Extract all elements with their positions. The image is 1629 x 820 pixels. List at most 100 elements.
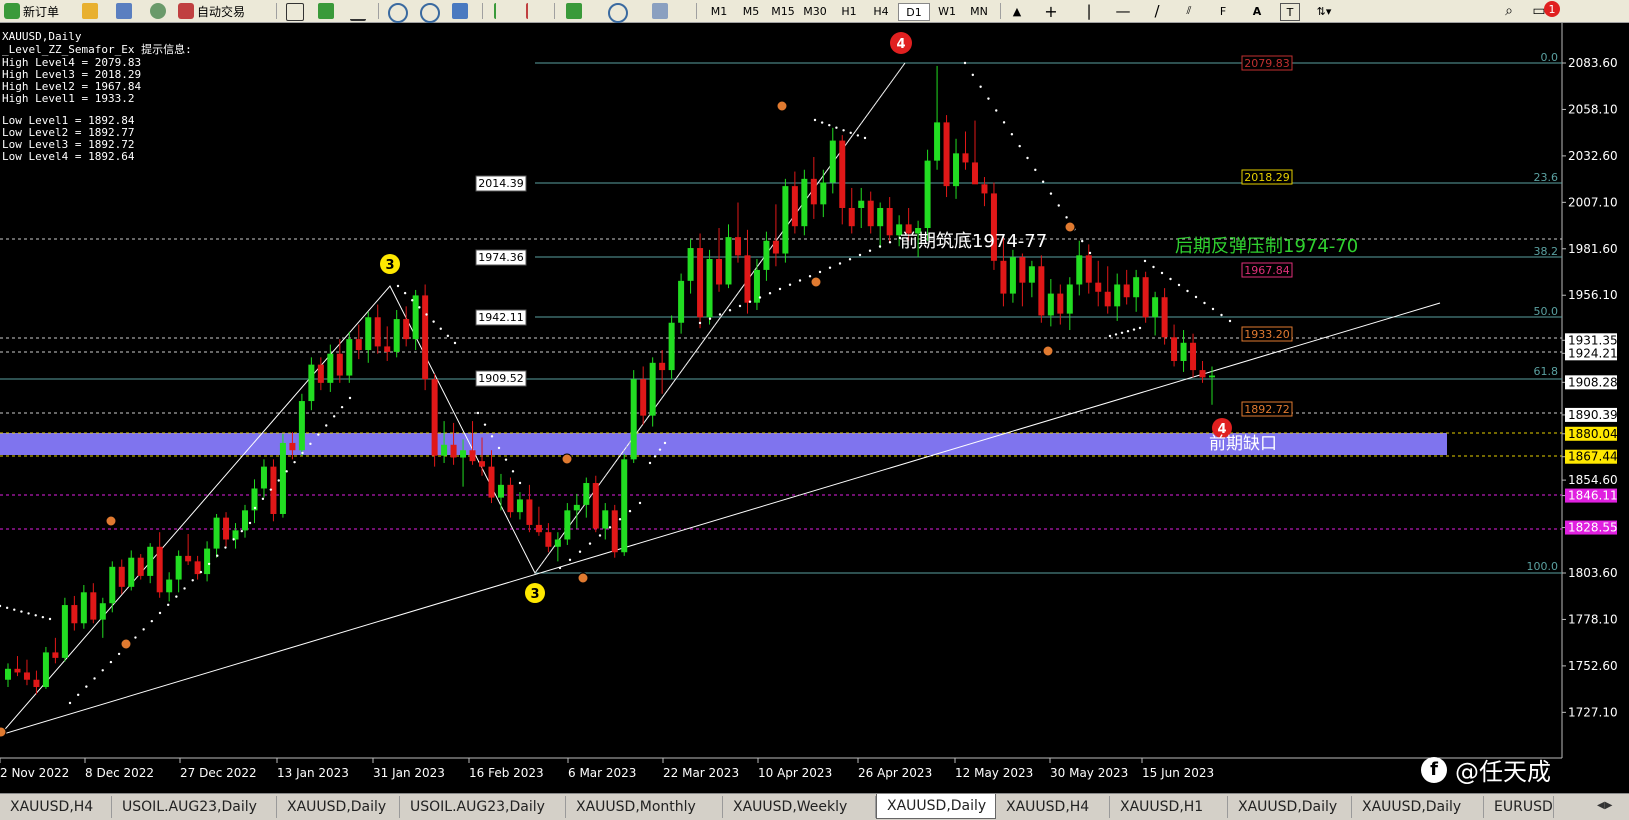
chart-tab[interactable]: XAUUSD,H4 [996, 796, 1110, 818]
timeframe-h1[interactable]: H1 [834, 3, 864, 19]
globe-icon[interactable] [150, 3, 166, 19]
templates-icon[interactable] [652, 3, 668, 19]
sar-dot [598, 534, 602, 537]
chart-tab[interactable]: USOIL.AUG23,Daily [112, 796, 277, 818]
candle-body [1057, 293, 1064, 314]
candle-body [829, 140, 836, 183]
candle-body [403, 319, 410, 340]
sar-dot [277, 479, 280, 482]
timeframe-m15[interactable]: M15 [768, 3, 798, 19]
chart-tab[interactable]: USOIL.AUG23,Daily [400, 796, 566, 818]
notification-badge[interactable]: 1 [1544, 1, 1560, 17]
sar-dot [748, 300, 752, 303]
toolbar-divider [378, 3, 379, 19]
sar-dot [20, 610, 23, 613]
sar-dot [68, 701, 72, 705]
timeframe-m1[interactable]: M1 [704, 3, 734, 19]
search-icon[interactable]: ⌕ [1500, 3, 1518, 19]
timeframe-mn[interactable]: MN [964, 3, 994, 19]
semafor-mark-feb: 3 [530, 587, 539, 602]
chart-tab[interactable]: XAUUSD,Weekly [723, 796, 876, 818]
horizontal-line-icon[interactable]: — [1114, 2, 1132, 20]
zoom-in-icon[interactable] [388, 3, 408, 23]
sar-dot [778, 287, 782, 291]
people-icon[interactable] [116, 3, 132, 19]
candle-body [526, 499, 533, 525]
line-chart-icon[interactable] [350, 3, 366, 21]
new-order-label: 新订单 [23, 4, 60, 19]
price-chart[interactable]: 0.0 23.6 38.2 50.0 61.8 100.0 2014.39 19… [0, 23, 1629, 793]
zoom-out-icon[interactable] [420, 3, 440, 23]
fibonacci-icon[interactable]: F [1214, 3, 1232, 19]
sar-dot [27, 612, 30, 615]
tile-windows-icon[interactable] [452, 3, 468, 19]
price-label: 1956.10 [1568, 288, 1618, 302]
candle-body [943, 122, 950, 187]
candle-body [289, 442, 296, 451]
price-label: 1752.60 [1568, 659, 1618, 673]
equidistant-channel-icon[interactable]: ⫽ [1180, 3, 1198, 19]
timeframe-m5[interactable]: M5 [736, 3, 766, 19]
chart-tab[interactable]: XAUUSD,Daily [1228, 796, 1352, 818]
sar-dot [269, 488, 273, 491]
autoscroll-icon[interactable] [494, 3, 512, 19]
sar-dot [1018, 144, 1021, 148]
timeframe-w1[interactable]: W1 [932, 3, 962, 19]
price-label: 1981.60 [1568, 242, 1618, 256]
chart-shift-icon[interactable] [526, 3, 544, 19]
candle-body [52, 652, 59, 658]
sar-dot [34, 614, 37, 617]
bar-chart-icon[interactable] [286, 3, 304, 21]
chart-tab[interactable]: XAUUSD,Daily [277, 796, 400, 818]
arrows-icon[interactable]: ⇅▾ [1312, 3, 1336, 19]
timeframe-h4[interactable]: H4 [866, 3, 896, 19]
candlestick-icon[interactable] [318, 3, 334, 19]
sar-dot [1186, 289, 1189, 293]
candle-body [232, 530, 239, 540]
timeframe-d1[interactable]: D1 [898, 3, 930, 21]
sar-dot [332, 415, 336, 418]
sar-dot [432, 320, 435, 323]
chart-tab[interactable]: XAUUSD,Daily [1352, 796, 1484, 818]
date-label: 13 Jan 2023 [277, 766, 349, 780]
chart-tab[interactable]: EURUSD,Da [1484, 796, 1554, 818]
sar-dot [13, 608, 16, 611]
text-icon[interactable]: A [1248, 3, 1266, 19]
trendline-icon[interactable]: / [1148, 2, 1166, 20]
sar-dot [698, 321, 702, 325]
text-label-icon[interactable]: T [1280, 3, 1300, 21]
candle-body [535, 524, 542, 533]
periods-icon[interactable] [608, 3, 628, 23]
tab-scroll-arrows-icon[interactable]: ◀▶ [1597, 800, 1612, 811]
candle-body [137, 557, 144, 576]
chart-tab[interactable]: XAUUSD,Monthly [566, 796, 723, 818]
chart-tab[interactable]: XAUUSD,H1 [1110, 796, 1228, 818]
sar-dot [497, 446, 501, 450]
timeframe-m30[interactable]: M30 [800, 3, 830, 19]
candle-body [166, 579, 173, 593]
vertical-line-icon[interactable]: | [1080, 2, 1098, 20]
sar-dot [1080, 239, 1084, 243]
sar-dot [1220, 313, 1223, 317]
cursor-icon[interactable]: ▲ [1008, 3, 1026, 19]
new-order-button[interactable]: 新订单 [4, 2, 59, 20]
folder-icon[interactable] [82, 3, 98, 19]
semafor-mark-jan: 3 [385, 258, 394, 273]
candle-body [678, 280, 685, 323]
sar-dot [253, 506, 257, 510]
sar-dot [588, 542, 592, 545]
crosshair-icon[interactable]: + [1042, 2, 1060, 21]
auto-trading-button[interactable]: 自动交易 [178, 2, 245, 20]
sar-dot [835, 126, 838, 129]
sar-dot [663, 441, 667, 445]
sar-dot [183, 587, 186, 590]
sar-dot [425, 313, 428, 316]
chart-tab[interactable]: XAUUSD,H4 [0, 796, 112, 818]
sar-dot [858, 253, 862, 257]
sar-dot [1152, 265, 1155, 269]
price-label: 1846.11 [1568, 489, 1618, 503]
sar-dot [768, 292, 772, 295]
indicators-icon[interactable] [566, 3, 582, 19]
chart-tab[interactable]: XAUUSD,Daily [876, 794, 996, 819]
sar-dot [820, 121, 824, 124]
